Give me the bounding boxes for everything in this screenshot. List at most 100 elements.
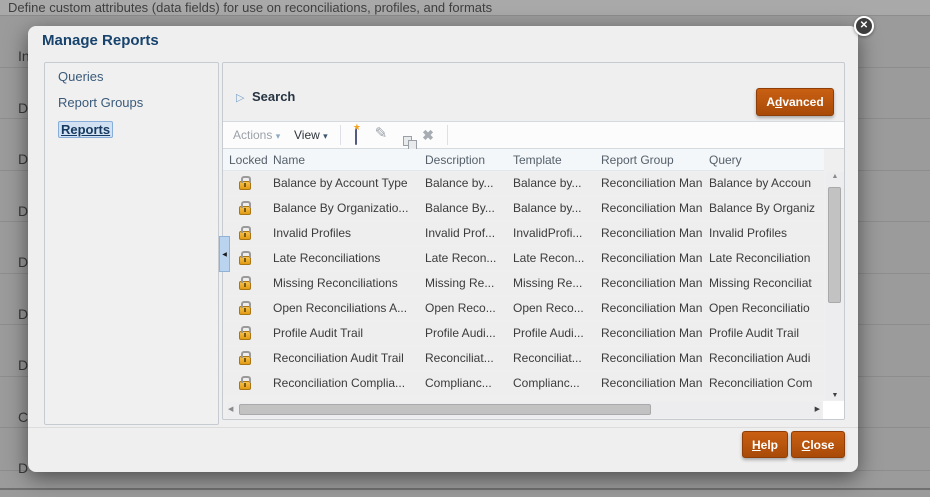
vertical-scrollbar-thumb[interactable]	[828, 187, 841, 303]
close-button[interactable]: Close	[791, 431, 845, 458]
cell-query: Profile Audit Trail	[703, 322, 824, 345]
sidebar-item-label: Report Groups	[58, 95, 143, 110]
reports-panel: ▷ Search Advanced Actions ▾ View ▾ ✎ ✖ L…	[222, 62, 845, 420]
table-row[interactable]: Profile Audit Trail Profile Audi... Prof…	[223, 322, 824, 345]
manage-reports-dialog: ✕ Manage Reports Queries Report Groups R…	[28, 26, 858, 472]
duplicate-report-button[interactable]	[394, 127, 412, 145]
sidebar-item-queries[interactable]: Queries	[58, 69, 218, 95]
column-header-report-group[interactable]: Report Group	[595, 149, 703, 170]
cell-locked	[223, 372, 267, 395]
background-text-fragment: C	[18, 409, 28, 425]
table-row[interactable]: Reconciliation Audit Trail Reconciliat..…	[223, 347, 824, 370]
cell-report-group: Reconciliation Man	[595, 372, 703, 395]
background-text-fragment: D	[18, 254, 28, 270]
chevron-down-icon: ▾	[276, 131, 281, 141]
column-header-description[interactable]: Description	[419, 149, 507, 170]
scrollbar-corner	[823, 401, 845, 419]
advanced-button[interactable]: Advanced	[756, 88, 834, 116]
cell-description: Invalid Prof...	[419, 222, 507, 245]
search-disclosure-icon[interactable]: ▷	[236, 91, 244, 104]
scroll-right-icon[interactable]: ▶	[815, 405, 820, 413]
cell-template: Balance by...	[507, 197, 595, 220]
background-text-fragment: D	[18, 306, 28, 322]
cell-description: Late Recon...	[419, 247, 507, 270]
column-header-locked[interactable]: Locked	[223, 149, 267, 170]
cell-template: Reconciliat...	[507, 347, 595, 370]
cell-name: Missing Reconciliations	[267, 272, 419, 295]
dialog-title: Manage Reports	[42, 32, 159, 54]
background-text-fragment: D	[18, 357, 28, 373]
table-row[interactable]: Reconciliation Complia... Complianc... C…	[223, 372, 824, 395]
new-report-button[interactable]	[347, 127, 365, 145]
search-label: Search	[252, 89, 295, 104]
cell-query: Balance by Accoun	[703, 172, 824, 195]
dialog-close-icon[interactable]: ✕	[854, 16, 874, 36]
horizontal-scrollbar-thumb[interactable]	[239, 404, 651, 415]
cell-query: Reconciliation Com	[703, 372, 824, 395]
cell-report-group: Reconciliation Man	[595, 172, 703, 195]
cell-report-group: Reconciliation Man	[595, 322, 703, 345]
cell-query: Missing Reconciliat	[703, 272, 824, 295]
lock-icon	[239, 231, 251, 240]
column-header-template[interactable]: Template	[507, 149, 595, 170]
cell-description: Missing Re...	[419, 272, 507, 295]
cell-description: Reconciliat...	[419, 347, 507, 370]
column-header-query[interactable]: Query	[703, 149, 824, 170]
cell-name: Invalid Profiles	[267, 222, 419, 245]
scroll-down-icon[interactable]: ▼	[826, 392, 844, 399]
chevron-down-icon: ▾	[323, 131, 328, 141]
lock-icon	[239, 331, 251, 340]
cell-name: Balance by Account Type	[267, 172, 419, 195]
screen: Define custom attributes (data fields) f…	[0, 0, 930, 497]
cell-name: Late Reconciliations	[267, 247, 419, 270]
cell-template: Missing Re...	[507, 272, 595, 295]
cell-description: Complianc...	[419, 372, 507, 395]
lock-icon	[239, 356, 251, 365]
background-row-divider	[0, 15, 930, 16]
new-report-icon	[355, 128, 357, 145]
actions-menu[interactable]: Actions ▾	[233, 128, 280, 142]
sidebar-item-report-groups[interactable]: Report Groups	[58, 95, 218, 121]
cell-description: Balance By...	[419, 197, 507, 220]
table-row[interactable]: Missing Reconciliations Missing Re... Mi…	[223, 272, 824, 295]
table-row[interactable]: Balance by Account Type Balance by... Ba…	[223, 172, 824, 195]
vertical-scrollbar[interactable]: ▲ ▼	[826, 172, 844, 400]
cell-template: InvalidProfi...	[507, 222, 595, 245]
delete-report-button[interactable]: ✖	[419, 126, 437, 144]
table-row[interactable]: Balance By Organizatio... Balance By... …	[223, 197, 824, 220]
table-row[interactable]: Open Reconciliations A... Open Reco... O…	[223, 297, 824, 320]
lock-icon	[239, 281, 251, 290]
cell-locked	[223, 172, 267, 195]
background-text-fragment: D	[18, 151, 28, 167]
cell-description: Balance by...	[419, 172, 507, 195]
toolbar-separator	[447, 125, 448, 145]
edit-icon: ✎	[375, 125, 388, 142]
scroll-left-icon[interactable]: ◀	[228, 405, 233, 413]
cell-report-group: Reconciliation Man	[595, 297, 703, 320]
horizontal-scrollbar[interactable]: ◀ ▶	[227, 402, 821, 418]
cell-locked	[223, 347, 267, 370]
help-button[interactable]: Help	[742, 431, 788, 458]
cell-query: Balance By Organiz	[703, 197, 824, 220]
background-text-fragment: D	[18, 460, 28, 476]
table-row[interactable]: Invalid Profiles Invalid Prof... Invalid…	[223, 222, 824, 245]
lock-icon	[239, 256, 251, 265]
sidebar-item-label-selected: Reports	[58, 121, 113, 138]
lock-icon	[239, 181, 251, 190]
cell-template: Profile Audi...	[507, 322, 595, 345]
edit-report-button[interactable]: ✎	[372, 125, 390, 143]
cell-template: Late Recon...	[507, 247, 595, 270]
sidebar-item-reports[interactable]: Reports	[58, 121, 218, 147]
scroll-up-icon[interactable]: ▲	[826, 173, 844, 180]
splitter-collapse-icon[interactable]: ◀	[219, 236, 230, 272]
lock-icon	[239, 381, 251, 390]
table-row[interactable]: Late Reconciliations Late Recon... Late …	[223, 247, 824, 270]
cell-query: Invalid Profiles	[703, 222, 824, 245]
sidebar-item-label: Queries	[58, 69, 104, 84]
column-header-name[interactable]: Name	[267, 149, 419, 170]
cell-description: Open Reco...	[419, 297, 507, 320]
cell-description: Profile Audi...	[419, 322, 507, 345]
cell-name: Open Reconciliations A...	[267, 297, 419, 320]
background-text-fragment: D	[18, 100, 28, 116]
view-menu[interactable]: View ▾	[294, 128, 328, 142]
